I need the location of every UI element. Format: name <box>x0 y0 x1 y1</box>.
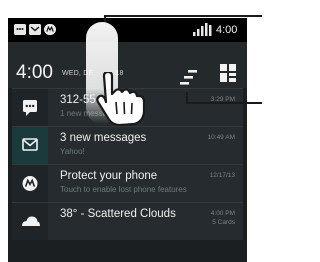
motorola-icon <box>44 24 56 35</box>
email-icon <box>29 24 41 35</box>
notification-subtitle: Yahoo! <box>60 147 85 156</box>
clear-all-icon[interactable] <box>178 68 200 88</box>
notification-shade[interactable]: 4:00 4:00 WED, DE 18 312-55 1 new 3:29 P… <box>8 18 247 262</box>
notification-time: 4:00 PM <box>210 210 235 217</box>
callout-line <box>186 102 246 104</box>
callout-line <box>244 102 262 104</box>
notification-subtitle: Touch to enable lost phone features <box>60 185 187 194</box>
notification-title: 3 new messages <box>60 132 147 144</box>
message-icon <box>14 24 26 35</box>
motorola-icon <box>22 176 38 191</box>
notification-title: Protect your phone <box>60 170 158 182</box>
message-icon <box>23 100 37 116</box>
notification-title: 38° - Scattered Clouds <box>60 208 176 220</box>
notification-time: 12/17/13 <box>209 172 235 179</box>
quick-settings-icon[interactable] <box>218 62 238 84</box>
status-time: 4:00 <box>216 24 238 36</box>
hand-pointer-icon <box>96 72 146 126</box>
notification-icon-box <box>12 127 48 164</box>
notification-item[interactable]: Protect your phone Touch to enable lost … <box>12 164 243 202</box>
notification-item[interactable]: 38° - Scattered Clouds 4:00 PM 5 Cards <box>12 202 243 240</box>
signal-icon <box>192 23 212 37</box>
notification-icon-box <box>12 203 48 240</box>
cloud-icon <box>22 216 40 226</box>
notification-icon-box <box>12 165 48 202</box>
notification-icon-box <box>12 89 48 126</box>
header-time: 4:00 <box>16 62 53 83</box>
notification-time: 10:49 AM <box>207 134 235 141</box>
screenshot-frame: 4:00 4:00 WED, DE 18 312-55 1 new 3:29 P… <box>0 0 262 262</box>
callout-line <box>104 15 262 17</box>
email-icon <box>22 138 38 151</box>
notification-card-count: 5 Cards <box>212 219 235 226</box>
status-bar[interactable]: 4:00 <box>8 18 247 42</box>
notification-item[interactable]: 3 new messages Yahoo! 10:49 AM <box>12 126 243 164</box>
